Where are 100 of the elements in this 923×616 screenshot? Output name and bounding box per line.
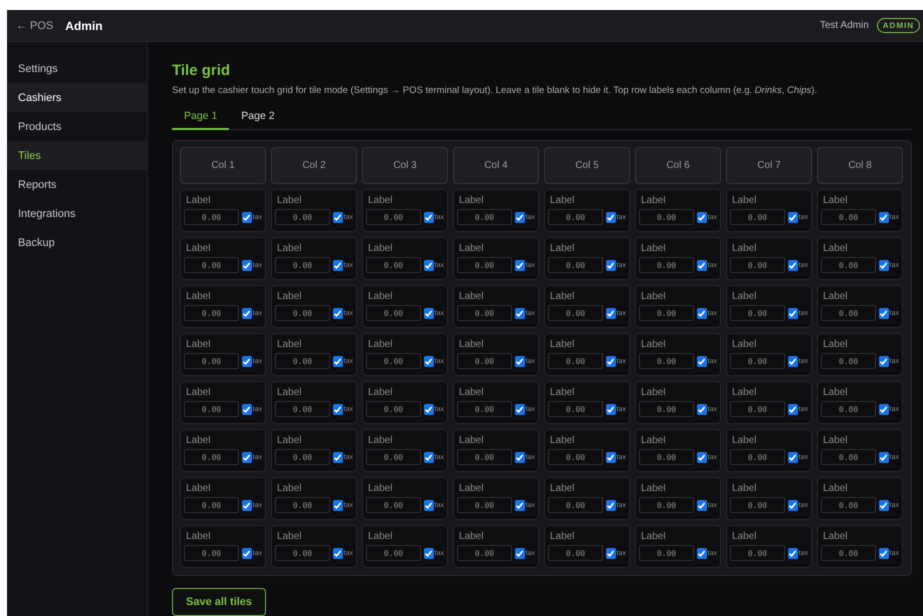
price-field[interactable]: 0.00 <box>366 257 421 273</box>
price-field[interactable]: 0.00 <box>639 257 694 273</box>
sidebar-item[interactable]: Cashiers <box>7 83 147 112</box>
price-field[interactable]: 0.00 <box>639 209 694 225</box>
price-field[interactable]: 0.00 <box>639 401 694 417</box>
tax-checkbox[interactable] <box>788 260 798 270</box>
price-field[interactable]: 0.00 <box>821 209 876 225</box>
tax-checkbox[interactable] <box>333 212 343 222</box>
column-label-field[interactable]: Col 4 <box>453 147 539 184</box>
price-field[interactable]: 0.00 <box>821 353 876 369</box>
price-field[interactable]: 0.00 <box>275 401 330 417</box>
tax-checkbox[interactable] <box>515 500 525 510</box>
price-field[interactable]: 0.00 <box>730 497 785 513</box>
column-label-field[interactable]: Col 5 <box>544 147 630 184</box>
price-field[interactable]: 0.00 <box>548 257 603 273</box>
column-label-field[interactable]: Col 7 <box>726 147 812 184</box>
tax-checkbox[interactable] <box>606 260 616 270</box>
price-field[interactable]: 0.00 <box>457 497 512 513</box>
tax-checkbox[interactable] <box>879 548 889 558</box>
price-field[interactable]: 0.00 <box>366 449 421 465</box>
price-field[interactable]: 0.00 <box>275 353 330 369</box>
price-field[interactable]: 0.00 <box>639 353 694 369</box>
tax-checkbox[interactable] <box>879 308 889 318</box>
tax-checkbox[interactable] <box>424 212 434 222</box>
tax-checkbox[interactable] <box>424 308 434 318</box>
price-field[interactable]: 0.00 <box>639 545 694 561</box>
price-field[interactable]: 0.00 <box>184 353 239 369</box>
sidebar-item[interactable]: Settings <box>7 54 147 83</box>
column-label-field[interactable]: Col 2 <box>271 147 357 184</box>
tax-checkbox[interactable] <box>333 452 343 462</box>
price-field[interactable]: 0.00 <box>366 545 421 561</box>
tax-checkbox[interactable] <box>879 404 889 414</box>
price-field[interactable]: 0.00 <box>730 545 785 561</box>
price-field[interactable]: 0.00 <box>821 305 876 321</box>
tax-checkbox[interactable] <box>606 500 616 510</box>
price-field[interactable]: 0.00 <box>548 305 603 321</box>
price-field[interactable]: 0.00 <box>457 209 512 225</box>
price-field[interactable]: 0.00 <box>457 305 512 321</box>
price-field[interactable]: 0.00 <box>457 353 512 369</box>
price-field[interactable]: 0.00 <box>730 353 785 369</box>
price-field[interactable]: 0.00 <box>548 497 603 513</box>
tax-checkbox[interactable] <box>515 356 525 366</box>
price-field[interactable]: 0.00 <box>275 497 330 513</box>
tax-checkbox[interactable] <box>606 404 616 414</box>
tax-checkbox[interactable] <box>606 356 616 366</box>
price-field[interactable]: 0.00 <box>548 209 603 225</box>
price-field[interactable]: 0.00 <box>457 545 512 561</box>
tax-checkbox[interactable] <box>515 260 525 270</box>
tax-checkbox[interactable] <box>697 500 707 510</box>
tax-checkbox[interactable] <box>333 500 343 510</box>
tax-checkbox[interactable] <box>606 452 616 462</box>
tax-checkbox[interactable] <box>879 500 889 510</box>
column-label-field[interactable]: Col 6 <box>635 147 721 184</box>
tax-checkbox[interactable] <box>424 260 434 270</box>
tax-checkbox[interactable] <box>879 452 889 462</box>
tax-checkbox[interactable] <box>606 308 616 318</box>
tax-checkbox[interactable] <box>333 356 343 366</box>
page-tab[interactable]: Page 2 <box>229 108 287 130</box>
price-field[interactable]: 0.00 <box>366 401 421 417</box>
back-link[interactable]: ← POS <box>16 20 54 32</box>
tax-checkbox[interactable] <box>242 260 252 270</box>
column-label-field[interactable]: Col 3 <box>362 147 448 184</box>
price-field[interactable]: 0.00 <box>275 305 330 321</box>
tax-checkbox[interactable] <box>333 404 343 414</box>
tax-checkbox[interactable] <box>424 452 434 462</box>
tax-checkbox[interactable] <box>333 308 343 318</box>
tax-checkbox[interactable] <box>424 500 434 510</box>
price-field[interactable]: 0.00 <box>730 209 785 225</box>
tax-checkbox[interactable] <box>879 260 889 270</box>
tax-checkbox[interactable] <box>788 308 798 318</box>
tax-checkbox[interactable] <box>788 548 798 558</box>
tax-checkbox[interactable] <box>788 500 798 510</box>
price-field[interactable]: 0.00 <box>821 401 876 417</box>
sidebar-item[interactable]: Integrations <box>7 199 147 228</box>
price-field[interactable]: 0.00 <box>184 401 239 417</box>
tax-checkbox[interactable] <box>697 212 707 222</box>
sidebar-item[interactable]: Reports <box>7 170 147 199</box>
price-field[interactable]: 0.00 <box>821 545 876 561</box>
tax-checkbox[interactable] <box>242 404 252 414</box>
price-field[interactable]: 0.00 <box>730 305 785 321</box>
tax-checkbox[interactable] <box>515 212 525 222</box>
column-label-field[interactable]: Col 8 <box>817 147 903 184</box>
price-field[interactable]: 0.00 <box>366 305 421 321</box>
price-field[interactable]: 0.00 <box>275 257 330 273</box>
tax-checkbox[interactable] <box>424 404 434 414</box>
price-field[interactable]: 0.00 <box>730 257 785 273</box>
tax-checkbox[interactable] <box>242 500 252 510</box>
tax-checkbox[interactable] <box>697 452 707 462</box>
tax-checkbox[interactable] <box>879 356 889 366</box>
sidebar-item[interactable]: Tiles <box>7 141 147 170</box>
tax-checkbox[interactable] <box>242 308 252 318</box>
price-field[interactable]: 0.00 <box>821 449 876 465</box>
price-field[interactable]: 0.00 <box>730 401 785 417</box>
tax-checkbox[interactable] <box>242 356 252 366</box>
price-field[interactable]: 0.00 <box>366 353 421 369</box>
price-field[interactable]: 0.00 <box>366 209 421 225</box>
price-field[interactable]: 0.00 <box>639 497 694 513</box>
tax-checkbox[interactable] <box>242 212 252 222</box>
price-field[interactable]: 0.00 <box>548 545 603 561</box>
price-field[interactable]: 0.00 <box>457 401 512 417</box>
